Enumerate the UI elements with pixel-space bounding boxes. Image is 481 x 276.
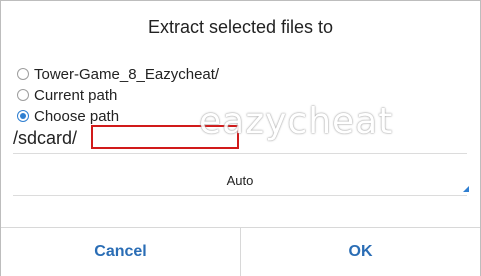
path-row: /sdcard/	[13, 125, 467, 154]
option-label: Choose path	[34, 107, 120, 125]
option-archive-folder[interactable]: Tower-Game_8_Eazycheat/	[17, 64, 219, 84]
radio-unchecked-icon[interactable]	[17, 89, 29, 101]
dropdown-corner-icon	[463, 186, 469, 192]
cancel-button[interactable]: Cancel	[1, 228, 240, 276]
dialog-title: Extract selected files to	[147, 17, 334, 37]
radio-checked-icon[interactable]	[17, 110, 29, 122]
path-prefix: /sdcard/	[13, 128, 78, 148]
encoding-select[interactable]: Auto	[13, 169, 469, 196]
option-choose-path[interactable]: Choose path	[17, 106, 119, 126]
encoding-selected-value: Auto	[226, 173, 254, 188]
ok-button[interactable]: OK	[240, 228, 480, 276]
path-input[interactable]	[91, 125, 239, 149]
option-current-path[interactable]: Current path	[17, 85, 117, 105]
option-label: Current path	[34, 86, 118, 104]
extract-dialog: Extract selected files to Tower-Game_8_E…	[0, 0, 481, 276]
option-label: Tower-Game_8_Eazycheat/	[34, 65, 220, 83]
button-bar: Cancel OK	[1, 227, 480, 276]
radio-unchecked-icon[interactable]	[17, 68, 29, 80]
